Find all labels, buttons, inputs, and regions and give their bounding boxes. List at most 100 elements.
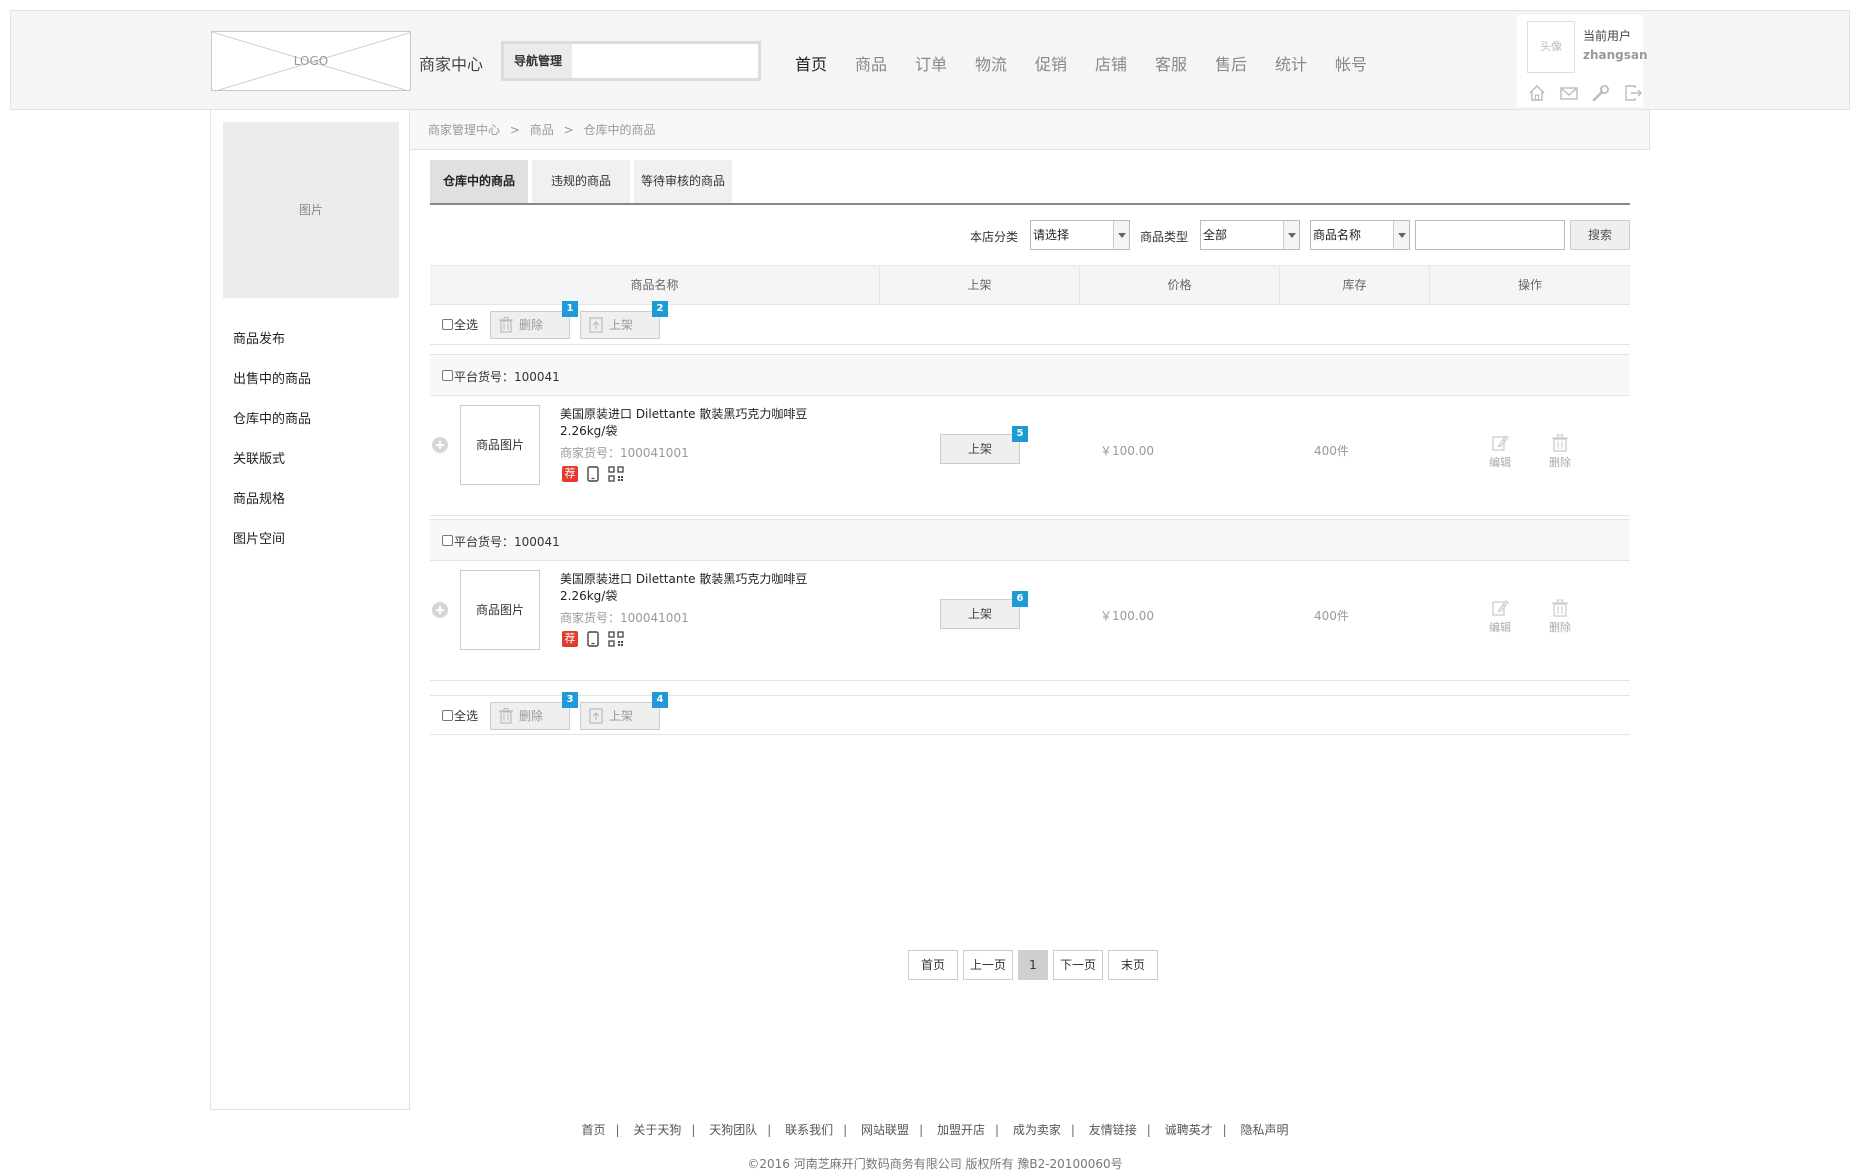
pagination-prev[interactable]: 上一页 [963,950,1013,980]
column-header-price: 价格 [1080,266,1280,304]
sidebar-item-on-sale[interactable]: 出售中的商品 [233,360,311,400]
platform-sku: 平台货号：100041 [454,370,560,384]
footer-links: 首页 | 关于天狗 | 天狗团队 | 联系我们 | 网站联盟 | 加盟开店 | 成为卖家 | … [0,1121,1870,1138]
select-all-label: 全选 [454,709,479,723]
product-checkbox[interactable] [442,370,453,381]
category-select[interactable]: 请选择 [1030,220,1130,250]
category-label: 本店分类 [970,230,1019,244]
nav-search-input[interactable] [572,44,758,78]
shelve-button[interactable]: 上架 [940,599,1020,629]
edit-button[interactable]: 编辑 [1485,434,1515,470]
nav-item-stats[interactable]: 统计 [1275,51,1335,75]
select-all-checkbox[interactable] [442,319,453,330]
product-stock: 400件 [1314,609,1349,623]
tab-warehouse[interactable]: 仓库中的商品 [430,160,528,203]
chevron-down-icon [1393,221,1409,249]
trash-icon [499,317,513,333]
sidebar-item-warehouse[interactable]: 仓库中的商品 [233,400,311,440]
delete-button[interactable]: 删除 [1545,599,1575,635]
product-image[interactable]: 商品图片 [460,570,540,650]
copyright: ©2016 河南芝麻开门数码商务有限公司 版权所有 豫B2-20100060号 [747,1157,1123,1171]
pagination-current-page[interactable]: 1 [1018,950,1048,980]
nav-item-orders[interactable]: 订单 [915,51,975,75]
footer-link-open-store[interactable]: 加盟开店 [937,1123,985,1137]
footer-link-become-seller[interactable]: 成为卖家 [1013,1123,1061,1137]
nav-item-aftersale[interactable]: 售后 [1215,51,1275,75]
footer-link-privacy[interactable]: 隐私声明 [1241,1123,1289,1137]
footer-separator: | [919,1123,924,1137]
footer-link-about[interactable]: 关于天狗 [633,1123,681,1137]
footer-link-friends[interactable]: 友情链接 [1089,1123,1137,1137]
category-select-value: 请选择 [1033,228,1070,242]
recommend-tag: 荐 [562,631,578,647]
annotation-badge: 4 [652,692,668,708]
product-price: ￥100.00 [1100,444,1154,458]
nav-item-account[interactable]: 帐号 [1335,51,1395,75]
breadcrumb-separator: > [509,123,520,137]
product-checkbox[interactable] [442,535,453,546]
expand-plus-icon[interactable] [432,602,448,618]
field-select[interactable]: 商品名称 [1310,220,1410,250]
footer-separator: | [843,1123,848,1137]
nav-item-home[interactable]: 首页 [795,51,855,75]
edit-button[interactable]: 编辑 [1485,599,1515,635]
batch-actions-top: 全选 删除 1 上架 2 [430,301,1630,345]
keyword-input[interactable] [1415,220,1565,250]
batch-actions-bottom: 全选 删除 3 上架 4 [430,692,1630,735]
merchant-code: 商家货号：100041001 [560,611,689,625]
wrench-icon[interactable] [1591,83,1611,103]
avatar[interactable]: 头像 [1527,21,1575,73]
delete-button[interactable]: 删除 [1545,434,1575,470]
pagination-last[interactable]: 末页 [1108,950,1158,980]
nav-item-goods[interactable]: 商品 [855,51,915,75]
nav-item-logistics[interactable]: 物流 [975,51,1035,75]
qrcode-icon [608,631,624,647]
product-name[interactable]: 美国原装进口 Dilettante 散装黑巧克力咖啡豆 2.26kg/袋 [560,406,820,440]
sidebar-item-spec[interactable]: 商品规格 [233,480,311,520]
annotation-badge: 2 [652,301,668,317]
batch-shelve-button[interactable]: 上架 [580,311,660,339]
breadcrumb-item-goods[interactable]: 商品 [530,123,554,137]
batch-shelve-button[interactable]: 上架 [580,702,660,730]
nav-item-service[interactable]: 客服 [1155,51,1215,75]
batch-shelve-label: 上架 [609,709,634,723]
footer-link-alliance[interactable]: 网站联盟 [861,1123,909,1137]
expand-plus-icon[interactable] [432,437,448,453]
logout-icon[interactable] [1623,83,1643,103]
product-group-header: 平台货号：100041 [430,519,1630,561]
edit-label: 编辑 [1489,456,1511,469]
product-row: 商品图片 美国原装进口 Dilettante 散装黑巧克力咖啡豆 2.26kg/… [430,561,1630,681]
tab-pending-review[interactable]: 等待审核的商品 [634,160,732,203]
annotation-badge: 3 [562,692,578,708]
home-icon[interactable] [1527,83,1547,103]
batch-delete-button[interactable]: 删除 [490,311,570,339]
logo[interactable]: LOGO [211,31,411,91]
product-image[interactable]: 商品图片 [460,405,540,485]
shelve-button[interactable]: 上架 [940,434,1020,464]
nav-item-store[interactable]: 店铺 [1095,51,1155,75]
logo-text: LOGO [293,54,329,68]
nav-item-promotion[interactable]: 促销 [1035,51,1095,75]
sidebar-item-publish[interactable]: 商品发布 [233,320,311,360]
breadcrumb-item-current: 仓库中的商品 [583,123,656,137]
breadcrumb-separator: > [563,123,574,137]
pagination-first[interactable]: 首页 [908,950,958,980]
select-all-checkbox[interactable] [442,710,453,721]
sidebar: 图片 商品发布 出售中的商品 仓库中的商品 关联版式 商品规格 图片空间 [210,110,410,1110]
table-header: 商品名称 上架 价格 库存 操作 [430,265,1630,305]
footer-link-contact[interactable]: 联系我们 [785,1123,833,1137]
platform-sku: 平台货号：100041 [454,535,560,549]
product-name[interactable]: 美国原装进口 Dilettante 散装黑巧克力咖啡豆 2.26kg/袋 [560,571,820,605]
breadcrumb-item-home[interactable]: 商家管理中心 [428,123,500,137]
batch-delete-button[interactable]: 删除 [490,702,570,730]
footer-link-team[interactable]: 天狗团队 [709,1123,757,1137]
pagination-next[interactable]: 下一页 [1053,950,1103,980]
footer-link-careers[interactable]: 诚聘英才 [1165,1123,1213,1137]
search-button[interactable]: 搜索 [1570,220,1630,250]
mail-icon[interactable] [1559,83,1579,103]
type-select[interactable]: 全部 [1200,220,1300,250]
tab-violation[interactable]: 违规的商品 [532,160,630,203]
sidebar-item-image-space[interactable]: 图片空间 [233,520,311,560]
sidebar-item-related-layout[interactable]: 关联版式 [233,440,311,480]
footer-link-home[interactable]: 首页 [581,1123,605,1137]
